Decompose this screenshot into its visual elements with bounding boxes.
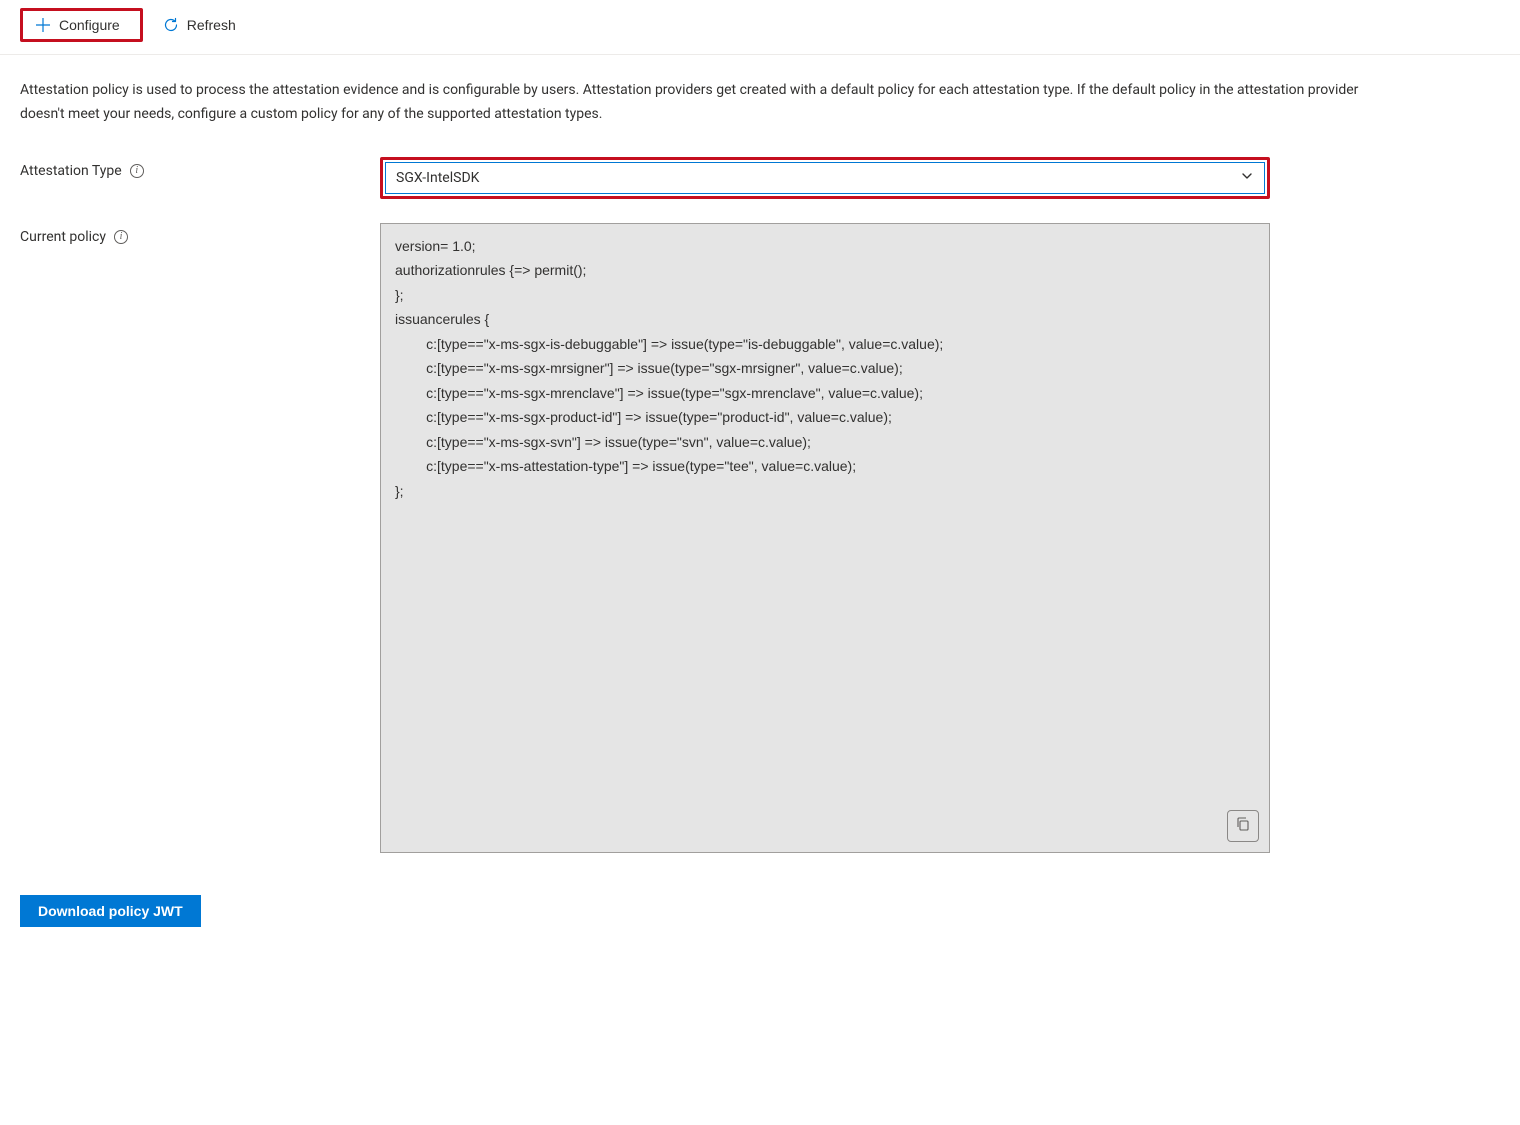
download-policy-jwt-button[interactable]: Download policy JWT bbox=[20, 895, 201, 927]
content-area: Attestation policy is used to process th… bbox=[0, 55, 1520, 947]
copy-icon bbox=[1235, 816, 1251, 835]
plus-icon bbox=[35, 17, 51, 33]
current-policy-row: Current policy i version= 1.0; authoriza… bbox=[20, 223, 1500, 853]
refresh-icon bbox=[163, 17, 179, 33]
refresh-label: Refresh bbox=[187, 17, 236, 33]
description-text: Attestation policy is used to process th… bbox=[20, 79, 1360, 127]
configure-button[interactable]: Configure bbox=[23, 11, 132, 39]
current-policy-label-group: Current policy i bbox=[20, 223, 380, 245]
info-icon[interactable]: i bbox=[130, 164, 144, 178]
policy-code-box: version= 1.0; authorizationrules {=> per… bbox=[380, 223, 1270, 853]
attestation-type-label: Attestation Type bbox=[20, 163, 122, 179]
download-button-label: Download policy JWT bbox=[38, 903, 183, 919]
select-highlight: SGX-IntelSDK bbox=[380, 157, 1270, 199]
chevron-down-icon bbox=[1240, 169, 1254, 187]
configure-label: Configure bbox=[59, 17, 120, 33]
policy-text: version= 1.0; authorizationrules {=> per… bbox=[395, 234, 1255, 504]
copy-button[interactable] bbox=[1227, 810, 1259, 842]
info-icon[interactable]: i bbox=[114, 230, 128, 244]
current-policy-label: Current policy bbox=[20, 229, 106, 245]
attestation-type-value: SGX-IntelSDK bbox=[396, 170, 479, 186]
attestation-type-row: Attestation Type i SGX-IntelSDK bbox=[20, 157, 1500, 199]
toolbar: Configure Refresh bbox=[0, 0, 1520, 55]
refresh-button[interactable]: Refresh bbox=[151, 11, 248, 39]
attestation-type-label-group: Attestation Type i bbox=[20, 157, 380, 179]
attestation-type-select-wrapper: SGX-IntelSDK bbox=[380, 157, 1270, 199]
attestation-type-select[interactable]: SGX-IntelSDK bbox=[385, 162, 1265, 194]
configure-highlight: Configure bbox=[20, 8, 143, 42]
